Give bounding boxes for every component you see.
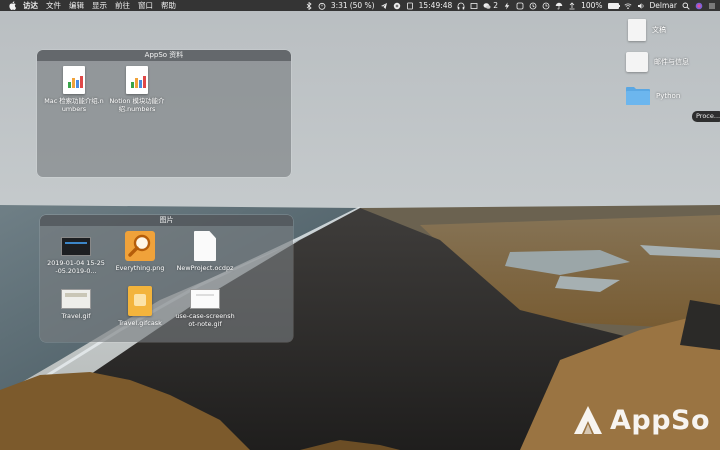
file-name: Notion 模块功能介绍.numbers	[109, 97, 165, 113]
chart-bars-graphic	[68, 76, 83, 88]
command-icon[interactable]	[516, 2, 524, 10]
timer-icon[interactable]	[318, 2, 326, 10]
battery-percent-text: (50 %)	[349, 1, 375, 10]
shield-icon[interactable]	[393, 2, 401, 10]
blank-doc-icon	[194, 231, 216, 261]
bluetooth-icon[interactable]	[305, 1, 313, 10]
stack-appso-title: AppSo 资料	[37, 50, 291, 61]
desktop-icon-label: 文稿	[652, 26, 666, 34]
timer-text[interactable]: 3:31	[331, 0, 348, 11]
file-name: NewProject.ocdpz	[176, 264, 234, 272]
chart-bars-graphic	[131, 76, 146, 88]
appso-watermark: AppSo	[572, 404, 710, 436]
menu-help[interactable]: 帮助	[161, 0, 176, 11]
wechat-count: 2	[493, 1, 499, 10]
upload-icon[interactable]	[568, 1, 576, 10]
magnifier-icon	[128, 234, 151, 257]
telegram-icon[interactable]	[380, 2, 388, 10]
file-item[interactable]: Travel.gifcask	[110, 286, 170, 327]
status-area: 3:31 (50 %) 15:49:48 2 100% Delmar	[300, 0, 716, 11]
apple-menu-icon[interactable]	[9, 1, 17, 10]
menu-file[interactable]: 文件	[46, 0, 61, 11]
appso-logo-icon	[574, 406, 602, 434]
headphones-icon[interactable]	[457, 2, 465, 10]
menu-window[interactable]: 窗口	[138, 0, 153, 11]
document-icon	[626, 52, 648, 72]
desktop-icon-documents[interactable]: 文稿	[628, 19, 666, 41]
numbers-doc-icon	[126, 66, 148, 94]
notification-center-icon[interactable]	[708, 2, 716, 10]
siri-icon[interactable]	[695, 2, 703, 10]
desktop-icon-label: Python	[656, 91, 681, 100]
file-item[interactable]: NewProject.ocdpz	[175, 231, 235, 272]
stack-pictures-panel: 图片 2019-01-04 15-25-05.2019-0... Everyth…	[40, 215, 293, 342]
stack-pictures-title: 图片	[40, 215, 293, 226]
clock-text[interactable]: 15:49:48	[419, 0, 453, 11]
battery-fill	[608, 3, 618, 8]
menu-bar: 访达 文件 编辑 显示 前往 窗口 帮助 3:31 (50 %) 15:49:4…	[0, 0, 720, 11]
gif-thumb-icon	[190, 289, 220, 309]
everything-app-icon	[125, 231, 155, 261]
battery-icon[interactable]	[607, 2, 620, 9]
file-item[interactable]: Travel.gif	[46, 289, 106, 320]
flash-icon[interactable]	[503, 2, 511, 10]
time-machine-icon[interactable]	[529, 2, 537, 10]
umbrella-icon[interactable]	[555, 2, 563, 10]
user-name[interactable]: Delmar	[650, 0, 677, 11]
file-item[interactable]: Everything.png	[110, 231, 170, 272]
file-name: 2019-01-04 15-25-05.2019-0...	[47, 259, 105, 275]
folder-icon	[626, 87, 650, 105]
gifcask-doc-icon	[128, 286, 152, 316]
menu-app-finder[interactable]: 访达	[23, 0, 38, 11]
menu-edit[interactable]: 编辑	[69, 0, 84, 11]
gif-thumb-icon	[61, 289, 91, 309]
stack-appso-panel: AppSo 资料 Mac 检索功能介绍.numbers Notion 模块功能介…	[37, 50, 291, 177]
screenshot-thumb-icon	[61, 237, 91, 256]
box-icon[interactable]	[470, 2, 478, 10]
tooltip: Proce...	[692, 111, 720, 122]
file-name: Mac 检索功能介绍.numbers	[44, 97, 104, 113]
clipboard-icon[interactable]	[406, 2, 414, 10]
file-item[interactable]: Notion 模块功能介绍.numbers	[107, 66, 167, 113]
desktop-icon-mail-messages[interactable]: 邮件与信息	[626, 52, 689, 72]
desktop-icon-python[interactable]: Python	[626, 86, 680, 105]
file-name: use-case-screenshot-note.gif	[175, 312, 235, 328]
wifi-icon[interactable]	[624, 2, 632, 10]
file-name: Everything.png	[115, 264, 165, 272]
file-name: Travel.gifcask	[118, 319, 162, 327]
file-item[interactable]: Mac 检索功能介绍.numbers	[44, 66, 104, 113]
volume-icon[interactable]	[637, 2, 645, 10]
document-icon	[628, 19, 646, 41]
wechat-icon[interactable]	[483, 2, 491, 10]
search-icon[interactable]	[682, 2, 690, 10]
battery-level-text[interactable]: 100%	[581, 0, 602, 11]
file-item[interactable]: use-case-screenshot-note.gif	[175, 289, 235, 328]
file-item[interactable]: 2019-01-04 15-25-05.2019-0...	[46, 235, 106, 275]
desktop-icon-label: 邮件与信息	[654, 58, 689, 66]
file-name: Travel.gif	[61, 312, 91, 320]
menu-go[interactable]: 前往	[115, 0, 130, 11]
numbers-doc-icon	[63, 66, 85, 94]
menu-view[interactable]: 显示	[92, 0, 107, 11]
watermark-text: AppSo	[610, 404, 711, 436]
clock-icon[interactable]	[542, 2, 550, 10]
